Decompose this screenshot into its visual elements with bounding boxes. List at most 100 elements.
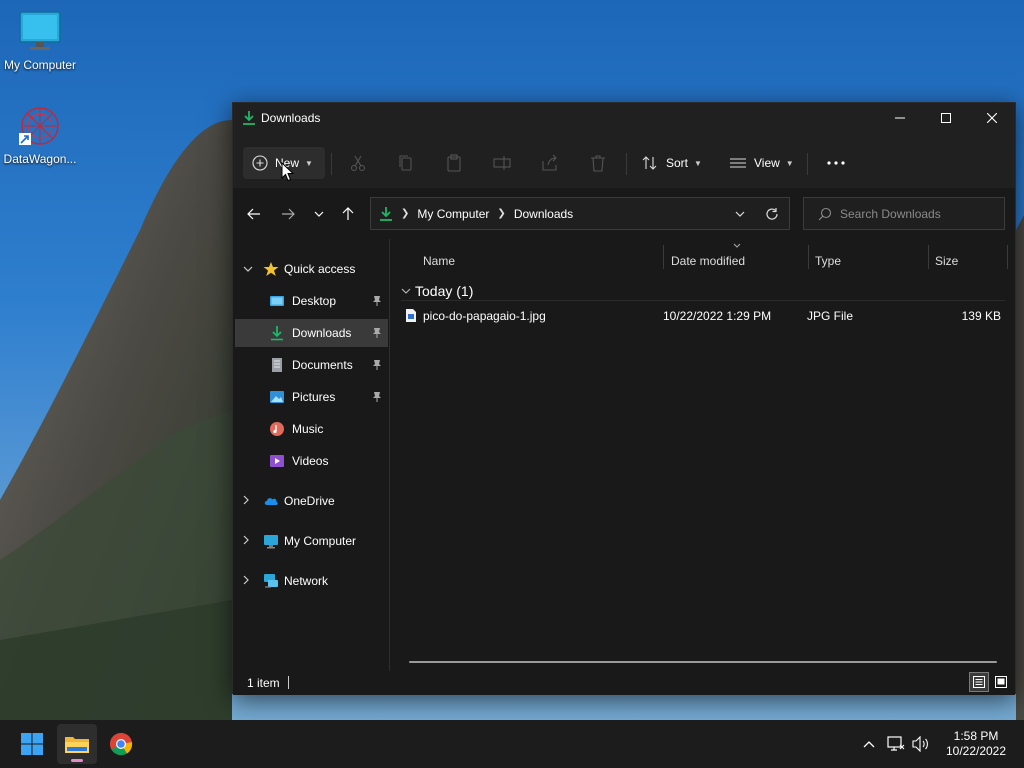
- more-options-button[interactable]: [823, 147, 849, 179]
- delete-icon[interactable]: [588, 153, 608, 173]
- pin-icon[interactable]: [372, 295, 382, 307]
- column-header-name[interactable]: Name: [423, 247, 455, 275]
- chevron-right-icon[interactable]: [243, 535, 253, 548]
- title-bar[interactable]: Downloads: [233, 103, 1015, 133]
- view-list-icon: [730, 158, 746, 168]
- taskbar-file-explorer[interactable]: [57, 724, 97, 764]
- nav-item-videos[interactable]: Videos: [235, 447, 388, 475]
- cut-icon[interactable]: [348, 153, 368, 173]
- music-icon: [270, 422, 284, 436]
- folder-icon: [65, 737, 89, 753]
- nav-item-music[interactable]: Music: [235, 415, 388, 443]
- close-button[interactable]: [969, 103, 1015, 133]
- column-divider[interactable]: [1007, 245, 1008, 269]
- column-header-date[interactable]: Date modified: [671, 247, 745, 275]
- search-icon: [818, 207, 832, 220]
- network-icon: [264, 574, 278, 588]
- column-header-label: Type: [815, 254, 842, 268]
- pin-icon[interactable]: [372, 391, 382, 403]
- nav-onedrive[interactable]: OneDrive: [235, 487, 388, 515]
- view-button[interactable]: View ▼: [727, 147, 797, 179]
- column-header-type[interactable]: Type: [815, 247, 841, 275]
- desktop-icon-datawagon[interactable]: DataWagon...: [0, 104, 80, 166]
- search-input[interactable]: [840, 206, 1000, 221]
- horizontal-scrollbar[interactable]: [409, 661, 997, 663]
- nav-item-documents[interactable]: Documents: [235, 351, 388, 379]
- up-button[interactable]: [337, 203, 359, 225]
- nav-item-desktop[interactable]: Desktop: [235, 287, 388, 315]
- details-view-button[interactable]: [969, 672, 989, 692]
- column-header-size[interactable]: Size: [935, 247, 958, 275]
- address-history-chevron-icon[interactable]: [735, 211, 745, 217]
- download-icon: [380, 206, 392, 221]
- chevron-down-icon[interactable]: [243, 264, 253, 275]
- address-bar[interactable]: ❯ My Computer ❯ Downloads: [370, 197, 790, 230]
- star-icon: [263, 262, 279, 276]
- file-row[interactable]: pico-do-papagaio-1.jpg 10/22/2022 1:29 P…: [401, 303, 1005, 327]
- copy-icon[interactable]: [396, 153, 416, 173]
- plus-circle-icon: [252, 155, 268, 171]
- column-divider[interactable]: [663, 245, 664, 269]
- nav-label: Documents: [292, 358, 353, 372]
- tiles-view-icon: [995, 676, 1007, 688]
- search-box[interactable]: [803, 197, 1005, 230]
- nav-my-computer[interactable]: My Computer: [235, 527, 388, 555]
- pictures-icon: [270, 391, 284, 403]
- mouse-cursor-icon: [281, 162, 295, 182]
- pin-icon[interactable]: [372, 359, 382, 371]
- arrow-right-icon: [282, 208, 295, 220]
- rename-icon[interactable]: [492, 153, 512, 173]
- breadcrumb-downloads[interactable]: Downloads: [514, 207, 573, 221]
- chevron-up-icon: [863, 741, 875, 748]
- minimize-button[interactable]: [877, 103, 923, 133]
- nav-item-downloads[interactable]: Downloads: [235, 319, 388, 347]
- speaker-icon: [912, 736, 928, 752]
- network-status-button[interactable]: [886, 734, 906, 754]
- nav-label: Downloads: [292, 326, 352, 340]
- start-button[interactable]: [12, 724, 52, 764]
- paste-icon[interactable]: [444, 153, 464, 173]
- nav-network[interactable]: Network: [235, 567, 388, 595]
- separator: [626, 153, 627, 175]
- back-button[interactable]: [243, 203, 265, 225]
- breadcrumb-my-computer[interactable]: My Computer: [417, 207, 489, 221]
- sort-button[interactable]: Sort ▼: [639, 147, 709, 179]
- taskbar-clock[interactable]: 1:58 PM 10/22/2022: [936, 729, 1016, 759]
- file-name: pico-do-papagaio-1.jpg: [423, 309, 546, 323]
- show-hidden-icons-button[interactable]: [859, 734, 879, 754]
- nav-quick-access[interactable]: Quick access: [235, 255, 388, 283]
- chevron-down-icon: [401, 288, 411, 294]
- share-icon[interactable]: [540, 153, 560, 173]
- file-explorer-window: Downloads New ▼ Sort ▼ View ▼ ❯ My Compu…: [232, 102, 1016, 695]
- chevron-right-icon[interactable]: [243, 495, 253, 508]
- column-divider[interactable]: [808, 245, 809, 269]
- pin-icon[interactable]: [372, 327, 382, 339]
- taskbar: 1:58 PM 10/22/2022: [0, 720, 1024, 768]
- recent-locations-button[interactable]: [308, 203, 330, 225]
- desktop-icon-my-computer[interactable]: My Computer: [0, 10, 80, 72]
- refresh-icon[interactable]: [765, 207, 779, 221]
- arrow-left-icon: [247, 208, 260, 220]
- file-size: 139 KB: [961, 309, 1001, 323]
- chevron-right-icon[interactable]: [243, 575, 253, 588]
- large-icons-view-button[interactable]: [991, 672, 1011, 692]
- document-icon: [272, 358, 282, 372]
- group-header-today[interactable]: Today (1): [401, 281, 1005, 301]
- chevron-down-icon: ▼: [694, 158, 702, 168]
- column-header-label: Size: [935, 254, 959, 268]
- forward-button[interactable]: [277, 203, 299, 225]
- breadcrumb-separator-icon: ❯: [401, 208, 410, 219]
- download-icon: [243, 111, 255, 125]
- close-icon: [987, 113, 997, 123]
- navigation-pane: Quick access Desktop Downloads Documents…: [233, 239, 390, 671]
- nav-label: My Computer: [284, 534, 357, 548]
- window-title: Downloads: [261, 111, 321, 125]
- nav-label: Videos: [292, 454, 329, 468]
- column-divider[interactable]: [928, 245, 929, 269]
- nav-item-pictures[interactable]: Pictures: [235, 383, 388, 411]
- chevron-down-icon: ▼: [305, 158, 313, 168]
- volume-button[interactable]: [911, 734, 931, 754]
- taskbar-chrome[interactable]: [101, 724, 141, 764]
- status-divider: [288, 676, 289, 689]
- maximize-button[interactable]: [923, 103, 969, 133]
